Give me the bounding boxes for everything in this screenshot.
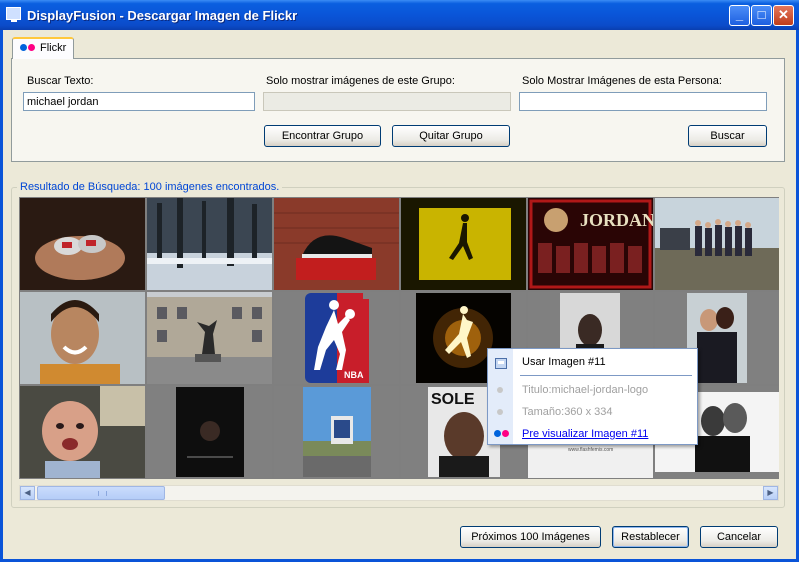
image-context-menu: Usar Imagen #11 Titulo:michael-jordan-lo… bbox=[487, 348, 698, 445]
thumb-jumpman-yellow[interactable] bbox=[401, 198, 526, 290]
close-button[interactable]: ✕ bbox=[773, 5, 794, 26]
remove-group-button[interactable]: Quitar Grupo bbox=[392, 125, 510, 147]
thumb-red-sneaker-box[interactable] bbox=[274, 198, 399, 290]
thumb-group-photo[interactable] bbox=[655, 198, 779, 290]
reset-button[interactable]: Restablecer bbox=[612, 526, 689, 548]
bullet-icon bbox=[497, 409, 503, 415]
group-filter-input bbox=[263, 92, 511, 111]
thumb-hands-sneakers[interactable] bbox=[20, 198, 145, 290]
svg-text:www.flashfemis.com: www.flashfemis.com bbox=[568, 447, 613, 453]
title-bar[interactable]: DisplayFusion - Descargar Imagen de Flic… bbox=[0, 0, 799, 30]
scroll-right-button[interactable]: ▶ bbox=[763, 486, 778, 500]
search-text-label: Buscar Texto: bbox=[27, 75, 94, 87]
svg-text:NBA: NBA bbox=[344, 370, 364, 380]
flickr-icon bbox=[494, 430, 510, 437]
thumb-road-sky[interactable] bbox=[274, 386, 399, 478]
cancel-button[interactable]: Cancelar bbox=[700, 526, 778, 548]
thumb-baby[interactable] bbox=[20, 386, 145, 478]
group-filter-label: Solo mostrar imágenes de este Grupo: bbox=[266, 75, 455, 87]
next-100-button[interactable]: Próximos 100 Imágenes bbox=[460, 526, 601, 548]
thumb-nba-logo[interactable]: NBA bbox=[274, 292, 399, 384]
svg-text:SOLE: SOLE bbox=[431, 391, 475, 408]
scroll-thumb[interactable] bbox=[37, 486, 165, 500]
flickr-icon bbox=[20, 44, 36, 51]
menu-use-image[interactable]: Usar Imagen #11 bbox=[488, 352, 697, 372]
search-button[interactable]: Buscar bbox=[688, 125, 767, 147]
menu-separator bbox=[520, 375, 692, 376]
thumb-statue-building[interactable] bbox=[147, 292, 272, 384]
window-title: DisplayFusion - Descargar Imagen de Flic… bbox=[27, 8, 298, 23]
search-text-input[interactable] bbox=[23, 92, 255, 111]
tab-label: Flickr bbox=[40, 42, 67, 54]
monitor-icon bbox=[6, 7, 21, 22]
bullet-icon bbox=[497, 387, 503, 393]
results-label: Resultado de Búsqueda: 100 imágenes enco… bbox=[17, 181, 283, 193]
use-image-icon bbox=[495, 358, 507, 369]
scroll-left-button[interactable]: ◀ bbox=[20, 486, 35, 500]
svg-text:JORDAN: JORDAN bbox=[580, 210, 653, 230]
thumb-dark-poster[interactable] bbox=[147, 386, 272, 478]
person-filter-label: Solo Mostrar Imágenes de esta Persona: bbox=[522, 75, 722, 87]
thumbnail-scrollbar[interactable]: ◀ ▶ bbox=[19, 485, 779, 501]
person-filter-input[interactable] bbox=[519, 92, 767, 111]
thumb-jordan-collage[interactable]: JORDAN bbox=[528, 198, 653, 290]
menu-size-info: Tamaño:360 x 334 bbox=[488, 402, 697, 422]
find-group-button[interactable]: Encontrar Grupo bbox=[264, 125, 381, 147]
menu-title-info: Titulo:michael-jordan-logo bbox=[488, 380, 697, 400]
thumb-snowy-forest[interactable] bbox=[147, 198, 272, 290]
minimize-button[interactable]: _ bbox=[729, 5, 750, 26]
tab-flickr[interactable]: Flickr bbox=[12, 37, 74, 59]
thumb-smiling-man[interactable] bbox=[20, 292, 145, 384]
maximize-button[interactable]: □ bbox=[751, 5, 772, 26]
menu-preview-image[interactable]: Pre visualizar Imagen #11 bbox=[488, 424, 697, 444]
